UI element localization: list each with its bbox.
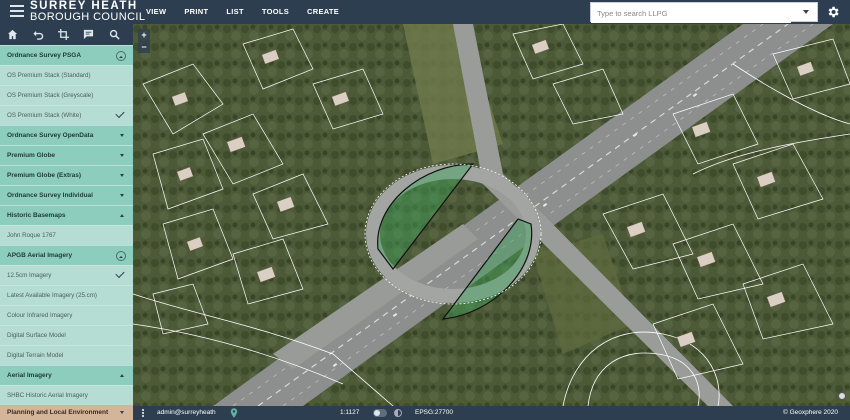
group-label: Aerial Imagery [7, 372, 52, 379]
group-label: Ordnance Survey PSGA [7, 52, 82, 59]
comment-icon[interactable] [82, 28, 95, 42]
layer-latest-imagery[interactable]: Latest Available Imagery (25.cm) [0, 285, 133, 305]
layer-label: Digital Terrain Model [7, 352, 64, 359]
layer-12-5cm-imagery[interactable]: 12.5cm Imagery [0, 265, 133, 285]
map-scale: 1:1127 [340, 409, 360, 416]
layer-colour-infrared[interactable]: Colour Infrared Imagery [0, 305, 133, 325]
toggle-switch[interactable] [373, 409, 387, 417]
group-aerial-imagery[interactable]: Aerial Imagery [0, 365, 133, 385]
menu-list[interactable]: LIST [226, 0, 243, 24]
zoom-control: + − [138, 29, 150, 53]
chevron-down-icon [120, 174, 124, 177]
hamburger-menu-icon[interactable] [10, 5, 24, 19]
layer-label: OS Premium Stack (Standard) [7, 72, 91, 79]
llpg-search-input[interactable] [591, 4, 791, 23]
layer-os-premium-standard[interactable]: OS Premium Stack (Standard) [0, 65, 133, 85]
collapse-circle-icon[interactable] [116, 251, 126, 261]
layer-label: Colour Infrared Imagery [7, 312, 73, 319]
council-logo: SURREY HEATH BOROUGH COUNCIL [30, 0, 146, 23]
layer-label: 12.5cm Imagery [7, 272, 52, 279]
layer-john-roque[interactable]: John Roque 1767 [0, 225, 133, 245]
aerial-map-image[interactable] [133, 24, 850, 406]
projection-code: EPSG:27700 [415, 409, 453, 416]
chevron-up-icon [120, 374, 124, 377]
copyright-text: © Geoxphere 2020 [782, 409, 838, 416]
menu-tools[interactable]: TOOLS [262, 0, 289, 24]
layer-label: John Roque 1767 [7, 232, 56, 239]
chevron-down-icon [120, 411, 124, 414]
more-options-icon[interactable] [142, 409, 146, 418]
layer-list: Ordnance Survey PSGA OS Premium Stack (S… [0, 45, 133, 405]
contrast-icon[interactable] [394, 409, 402, 417]
zoom-in-button[interactable]: + [138, 29, 150, 41]
group-label: Historic Basemaps [7, 212, 66, 219]
logged-in-user: admin@surreyheath [157, 409, 216, 416]
group-os-opendata[interactable]: Ordnance Survey OpenData [0, 125, 133, 145]
group-os-individual[interactable]: Ordnance Survey Individual [0, 185, 133, 205]
group-premium-globe[interactable]: Premium Globe [0, 145, 133, 165]
layer-digital-terrain-model[interactable]: Digital Terrain Model [0, 345, 133, 365]
chevron-down-icon[interactable] [803, 10, 809, 14]
layer-label: SHBC Historic Aerial Imagery [7, 392, 88, 399]
map-view[interactable]: + − [133, 24, 850, 406]
group-ordnance-survey-psga[interactable]: Ordnance Survey PSGA [0, 45, 133, 65]
main-menu: VIEW PRINT LIST TOOLS CREATE [146, 0, 357, 24]
group-label: Ordnance Survey OpenData [7, 132, 94, 139]
chevron-down-icon [120, 134, 124, 137]
chevron-down-icon [120, 194, 124, 197]
layer-label: OS Premium Stack (Greyscale) [7, 92, 94, 99]
top-bar: SURREY HEATH BOROUGH COUNCIL VIEW PRINT … [0, 0, 850, 24]
group-label: APGB Aerial Imagery [7, 252, 73, 259]
sidebar-toolbar [0, 24, 133, 45]
location-pin-icon[interactable] [230, 408, 238, 418]
zoom-out-button[interactable]: − [138, 41, 150, 53]
menu-create[interactable]: CREATE [307, 0, 339, 24]
layer-label: OS Premium Stack (White) [7, 112, 82, 119]
menu-view[interactable]: VIEW [146, 0, 166, 24]
layer-os-premium-greyscale[interactable]: OS Premium Stack (Greyscale) [0, 85, 133, 105]
layer-shbc-historic-aerial[interactable]: SHBC Historic Aerial Imagery [0, 385, 133, 405]
group-label: Ordnance Survey Individual [7, 192, 93, 199]
layer-digital-surface-model[interactable]: Digital Surface Model [0, 325, 133, 345]
group-premium-globe-extras[interactable]: Premium Globe (Extras) [0, 165, 133, 185]
group-label: Premium Globe (Extras) [7, 172, 82, 179]
group-label: Planning and Local Environment [7, 409, 109, 416]
search-icon[interactable] [108, 28, 121, 42]
home-icon[interactable] [6, 28, 19, 42]
layer-label: Digital Surface Model [7, 332, 66, 339]
gear-icon[interactable] [826, 5, 840, 19]
chevron-down-icon [120, 154, 124, 157]
checkmark-icon [115, 108, 125, 119]
layer-sidebar: Ordnance Survey PSGA OS Premium Stack (S… [0, 24, 133, 406]
group-planning-local-environment[interactable]: Planning and Local Environment [0, 405, 133, 420]
chevron-up-icon [120, 214, 124, 217]
crop-icon[interactable] [57, 28, 70, 42]
layer-os-premium-white[interactable]: OS Premium Stack (White) [0, 105, 133, 125]
menu-print[interactable]: PRINT [184, 0, 208, 24]
undo-icon[interactable] [31, 28, 44, 42]
llpg-search-box [590, 2, 818, 23]
group-historic-basemaps[interactable]: Historic Basemaps [0, 205, 133, 225]
app-root: SURREY HEATH BOROUGH COUNCIL VIEW PRINT … [0, 0, 850, 420]
logo-line-2: BOROUGH COUNCIL [30, 11, 146, 23]
layer-label: Latest Available Imagery (25.cm) [7, 292, 97, 299]
group-apgb-aerial[interactable]: APGB Aerial Imagery [0, 245, 133, 265]
group-label: Premium Globe [7, 152, 56, 159]
map-info-icon[interactable] [838, 392, 846, 400]
checkmark-icon [115, 268, 125, 279]
collapse-circle-icon[interactable] [116, 51, 126, 61]
